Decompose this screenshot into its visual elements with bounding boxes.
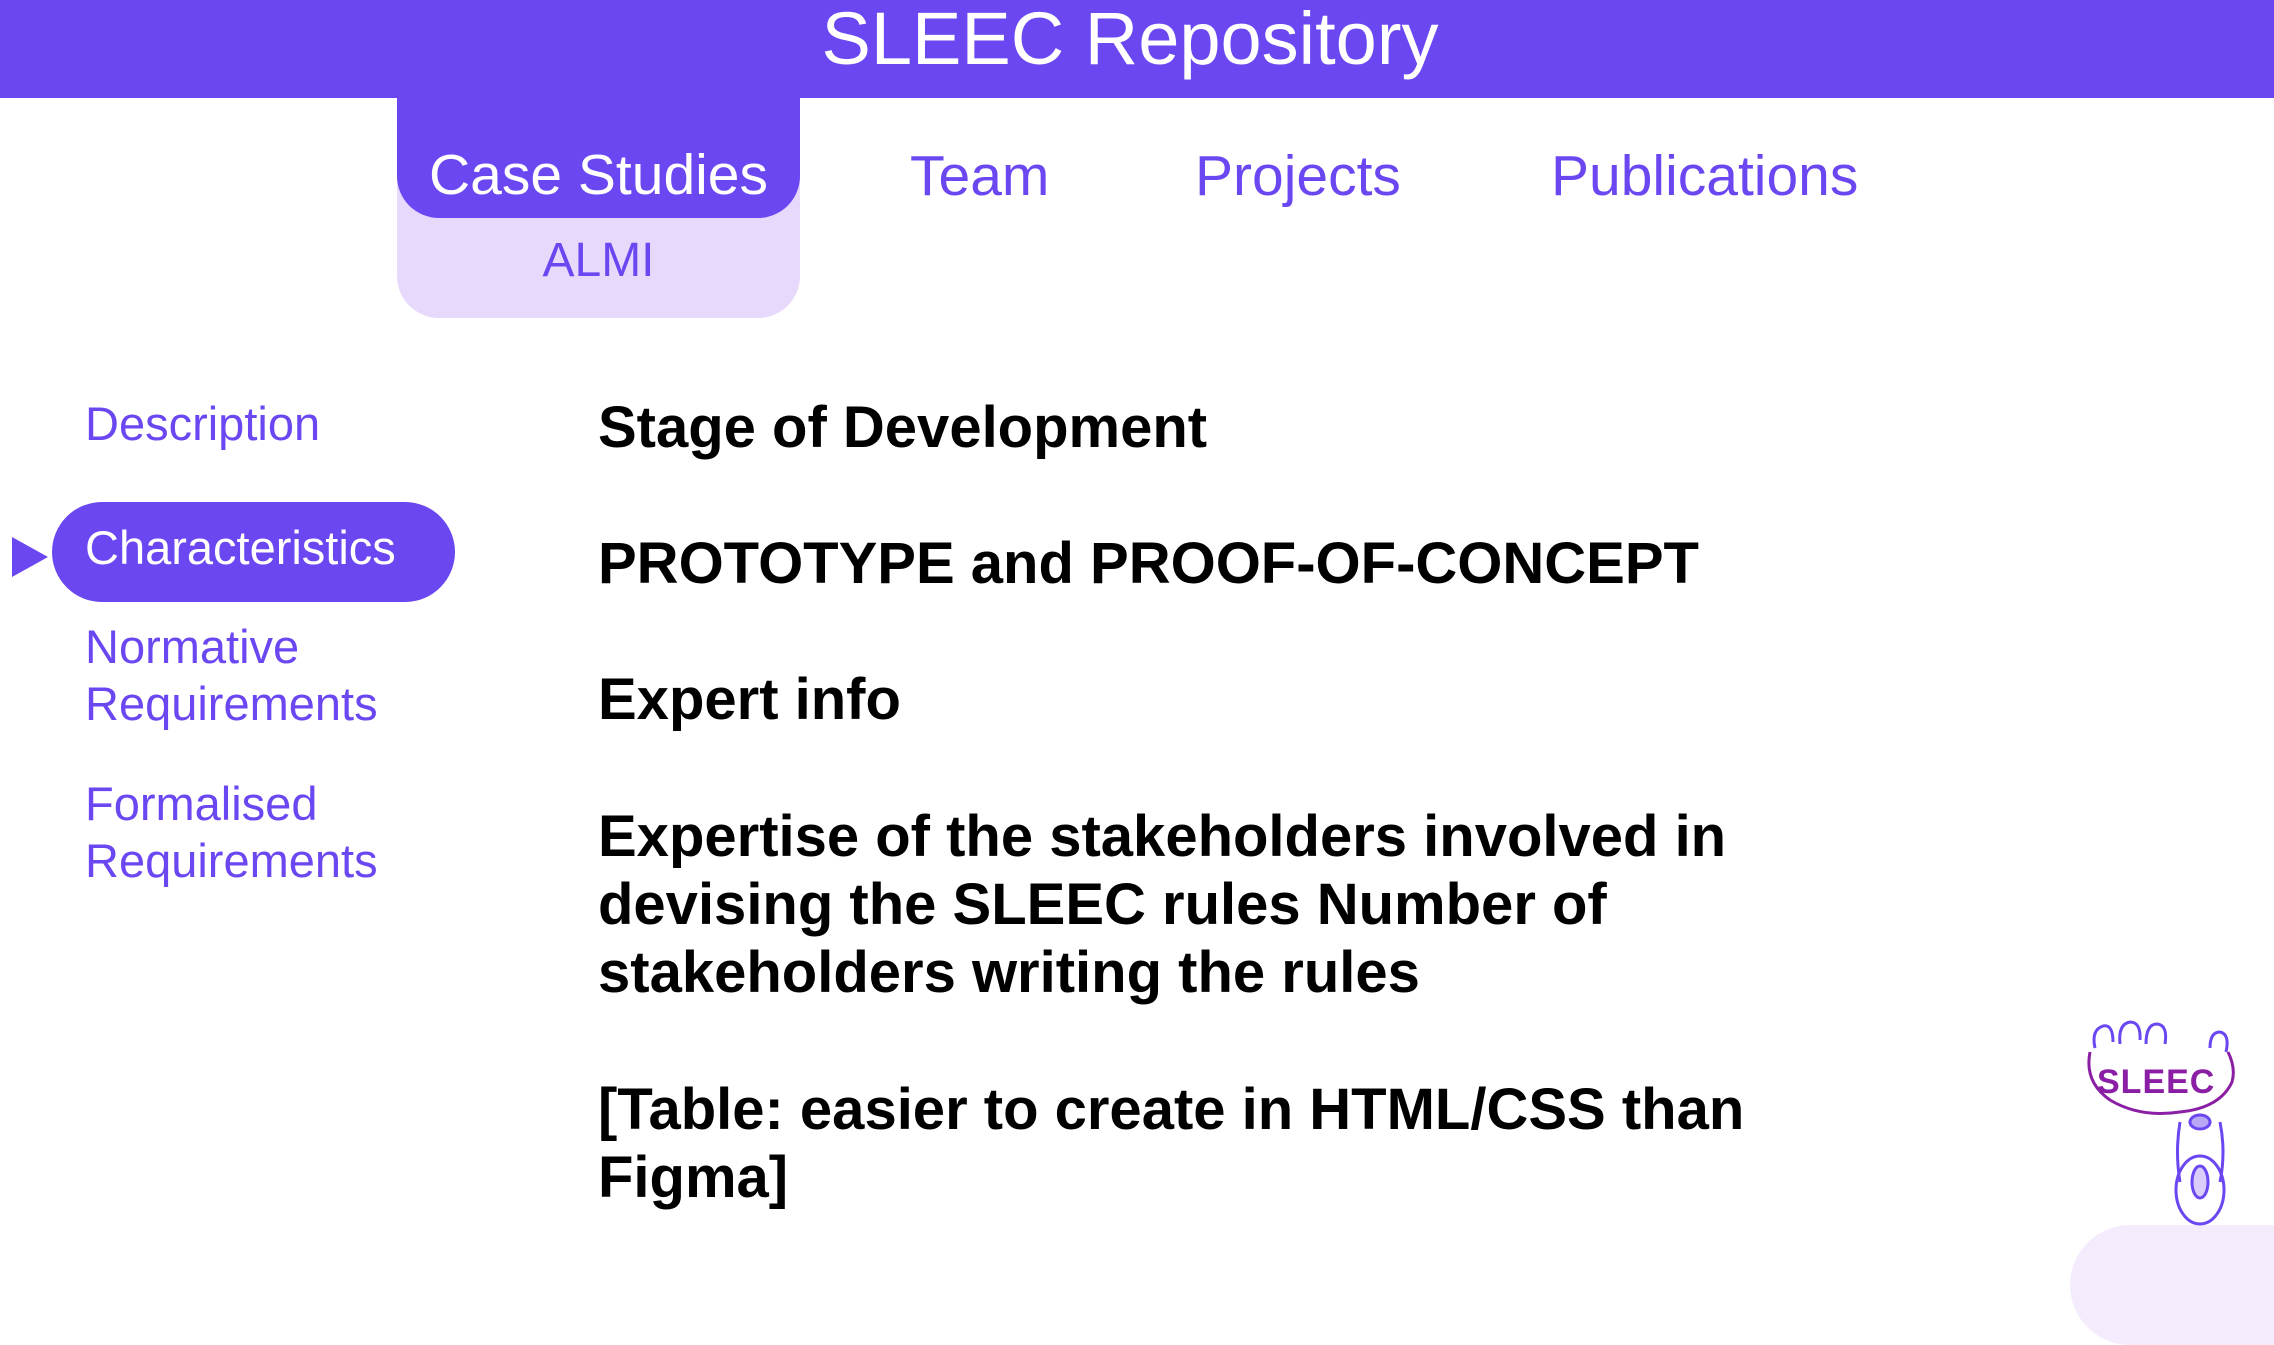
stage-of-development-heading: Stage of Development [598,395,1208,460]
corner-decoration [2070,1225,2274,1345]
logo-text: SLEEC [2097,1063,2216,1101]
table-placeholder-text: [Table: easier to create in HTML/CSS tha… [598,1076,1798,1212]
expert-info-line: Expertise of the stakeholders involved i… [598,804,1727,869]
sidebar-item-description[interactable]: Description [85,395,320,452]
table-placeholder-line: [Table: easier to create in HTML/CSS tha… [598,1077,1745,1142]
sidebar-item-label-line: Requirements [85,677,378,730]
tab-projects[interactable]: Projects [1195,146,1401,206]
sidebar-item-label: Characteristics [85,521,396,574]
tab-case-studies[interactable]: Case Studies [397,98,800,218]
subtab-almi[interactable]: ALMI [397,233,800,289]
sidebar-item-normative-requirements[interactable]: Normative Requirements [85,618,378,732]
table-placeholder-line: Figma] [598,1145,789,1210]
sidebar-item-label-line: Formalised [85,777,318,830]
stage-of-development-value: PROTOTYPE and PROOF-OF-CONCEPT [598,531,1699,596]
site-title: SLEEC Repository [821,0,1439,80]
expert-info-text: Expertise of the stakeholders involved i… [598,803,1798,1007]
header-bar: SLEEC Repository [0,0,2274,98]
sidebar-item-formalised-requirements[interactable]: Formalised Requirements [85,775,378,889]
sidebar-item-label-line: Normative [85,620,300,673]
expert-info-line: stakeholders writing the rules [598,940,1420,1005]
sidebar-item-label-line: Requirements [85,834,378,887]
expert-info-line: devising the SLEEC rules Number of [598,872,1607,937]
sleec-robot-hand-logo [2087,1020,2235,1226]
active-arrow-icon [12,537,48,577]
tab-team[interactable]: Team [910,146,1049,206]
expert-info-heading: Expert info [598,667,901,732]
tab-publications[interactable]: Publications [1551,146,1858,206]
